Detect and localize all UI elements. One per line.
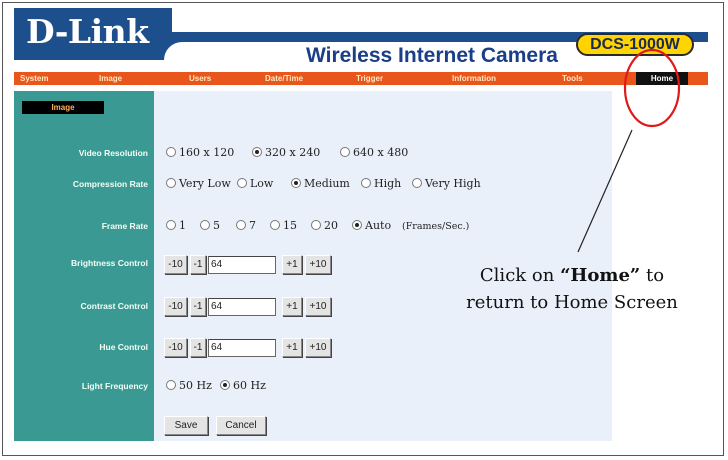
annotation-layer: [577, 48, 681, 253]
annotation-home-text: “Home”: [560, 265, 641, 286]
annotation-note: Click on “Home” to return to Home Screen: [466, 265, 678, 313]
home-highlight-circle: [623, 48, 681, 128]
callout-line: [577, 129, 633, 253]
